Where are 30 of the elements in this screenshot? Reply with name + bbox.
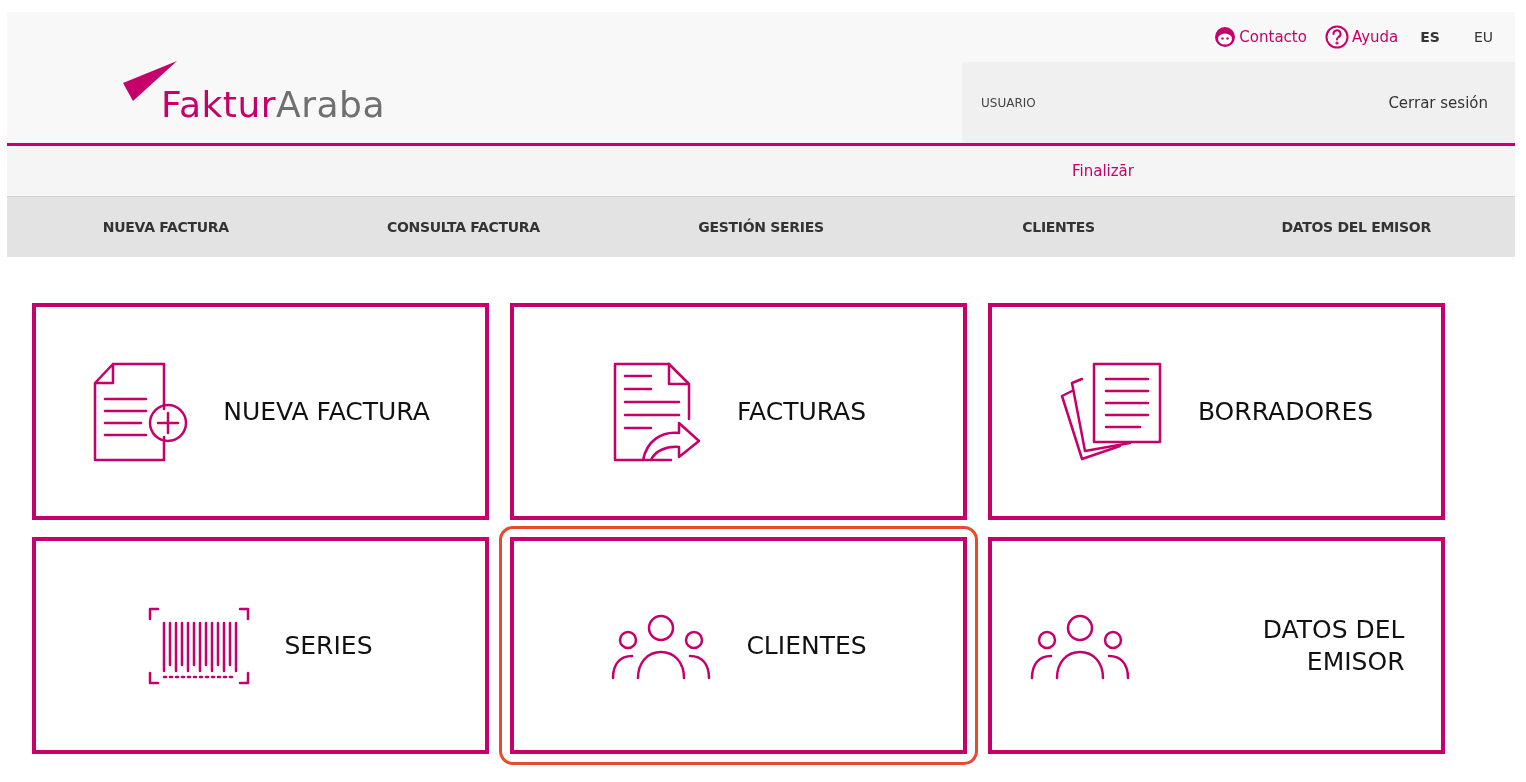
nav-item[interactable]: CONSULTA FACTURA	[386, 219, 540, 235]
user-name: USUARIO	[981, 95, 1036, 110]
barcode-icon	[148, 606, 251, 685]
help-link[interactable]: Ayuda	[1324, 25, 1399, 49]
document-stack-icon	[1059, 360, 1164, 463]
nav-item[interactable]: NUEVA FACTURA	[102, 219, 229, 235]
menu-tile[interactable]: BORRADORES	[988, 303, 1445, 520]
face-icon	[1214, 26, 1237, 48]
menu-tile[interactable]: NUEVA FACTURA	[32, 303, 489, 520]
help-icon	[1324, 25, 1349, 49]
menu-tile[interactable]: DATOS DEL EMISOR	[988, 537, 1445, 754]
language-link[interactable]: EU	[1473, 29, 1493, 45]
logo-text: FakturAraba	[161, 87, 385, 123]
contact-link[interactable]: Contacto	[1214, 26, 1307, 48]
language-link[interactable]: ES	[1420, 29, 1440, 45]
nav-item[interactable]: GESTIÓN SERIES	[698, 219, 824, 235]
nav-item[interactable]: DATOS DEL EMISOR	[1281, 219, 1431, 235]
menu-tile[interactable]: CLIENTES	[510, 537, 967, 754]
nav-item[interactable]: CLIENTES	[1022, 219, 1095, 235]
logout-link[interactable]: Cerrar sesión	[1388, 93, 1488, 112]
menu-tile[interactable]: FACTURAS	[510, 303, 967, 520]
tile-label: DATOS DEL EMISOR	[1261, 614, 1405, 677]
tile-label: BORRADORES	[1197, 395, 1374, 428]
menu-tile[interactable]: SERIES	[32, 537, 489, 754]
document-plus-icon	[91, 360, 190, 463]
tile-label: SERIES	[284, 629, 373, 662]
finish-link[interactable]: Finalizār	[1072, 162, 1134, 180]
tile-label: NUEVA FACTURA	[223, 395, 430, 428]
tile-label: FACTURAS	[736, 395, 867, 428]
tile-label: CLIENTES	[746, 629, 867, 662]
